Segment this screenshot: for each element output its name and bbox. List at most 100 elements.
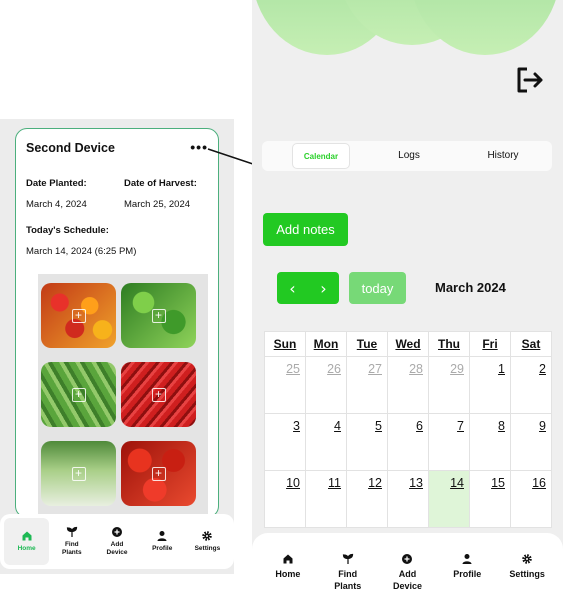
- nav-label: Home: [17, 545, 36, 552]
- weekday-row: Sun Mon Tue Wed Thu Fri Sat: [264, 331, 552, 357]
- header-decoration: [410, 0, 560, 55]
- day-cell[interactable]: 10: [264, 470, 306, 528]
- gear-icon: [522, 554, 532, 564]
- add-photo-icon: +: [151, 308, 166, 323]
- nav-settings[interactable]: Settings: [497, 543, 557, 607]
- plant-photo-grid: + + + + + +: [38, 274, 208, 519]
- photo-red-chilies[interactable]: +: [121, 362, 196, 427]
- day-cell[interactable]: 1: [469, 356, 511, 414]
- bottom-nav: Home Find Plants Add Device Profile Sett…: [252, 533, 563, 607]
- nav-find-plants[interactable]: Find Plants: [49, 518, 94, 565]
- nav-home[interactable]: Home: [258, 543, 318, 607]
- day-cell[interactable]: 6: [387, 413, 429, 471]
- nav-profile[interactable]: Profile: [437, 543, 497, 607]
- tab-logs[interactable]: Logs: [362, 143, 456, 169]
- next-month-button[interactable]: ›: [308, 272, 339, 304]
- day-cell[interactable]: 25: [264, 356, 306, 414]
- add-circle-icon: [402, 554, 413, 564]
- week-row: 3 4 5 6 7 8 9: [264, 413, 552, 471]
- day-cell[interactable]: 7: [428, 413, 470, 471]
- photo-leafy-greens[interactable]: +: [121, 283, 196, 348]
- device-title: Second Device: [26, 141, 115, 155]
- add-photo-icon: +: [71, 466, 86, 481]
- photo-tomatoes[interactable]: +: [121, 441, 196, 506]
- today-button[interactable]: today: [349, 272, 406, 304]
- weekday-header: Thu: [428, 331, 470, 357]
- day-cell[interactable]: 4: [305, 413, 347, 471]
- logout-icon[interactable]: [515, 66, 545, 94]
- add-photo-icon: +: [71, 387, 86, 402]
- day-cell[interactable]: 5: [346, 413, 388, 471]
- date-harvest-label: Date of Harvest:: [124, 178, 197, 189]
- day-cell-today[interactable]: 14: [428, 470, 470, 528]
- person-icon: [462, 554, 472, 564]
- bottom-nav: Home Find Plants Add Device Profile Sett…: [0, 514, 234, 569]
- day-cell[interactable]: 11: [305, 470, 347, 528]
- day-cell[interactable]: 16: [510, 470, 552, 528]
- calendar-grid: Sun Mon Tue Wed Thu Fri Sat 25 26 27 28 …: [264, 331, 552, 528]
- nav-label: Profile: [152, 545, 173, 552]
- day-cell[interactable]: 3: [264, 413, 306, 471]
- day-cell[interactable]: 28: [387, 356, 429, 414]
- day-cell[interactable]: 12: [346, 470, 388, 528]
- device-card: Second Device ••• Date Planted: March 4,…: [15, 128, 219, 519]
- sprout-icon: [342, 553, 353, 564]
- prev-month-button[interactable]: ‹: [277, 272, 308, 304]
- tab-bar: Calendar Logs History: [262, 141, 552, 171]
- nav-label: Add Device: [106, 541, 128, 556]
- add-notes-button[interactable]: Add notes: [263, 213, 348, 246]
- day-cell[interactable]: 8: [469, 413, 511, 471]
- date-planted-label: Date Planted:: [26, 178, 87, 189]
- date-planted-value: March 4, 2024: [26, 199, 87, 210]
- add-photo-icon: +: [151, 466, 166, 481]
- weekday-header: Sat: [510, 331, 552, 357]
- nav-label: Add Device: [392, 569, 422, 591]
- nav-label: Find Plants: [334, 569, 362, 591]
- add-photo-icon: +: [151, 387, 166, 402]
- nav-find-plants[interactable]: Find Plants: [318, 543, 378, 607]
- home-icon: [22, 531, 32, 541]
- nav-label: Home: [275, 569, 301, 579]
- nav-add-device[interactable]: Add Device: [94, 518, 139, 565]
- photo-bok-choy[interactable]: +: [41, 441, 116, 506]
- day-cell[interactable]: 9: [510, 413, 552, 471]
- nav-label: Settings: [509, 569, 545, 579]
- home-icon: [283, 554, 293, 564]
- add-circle-icon: [112, 527, 122, 537]
- nav-profile[interactable]: Profile: [140, 518, 185, 565]
- day-cell[interactable]: 15: [469, 470, 511, 528]
- day-cell[interactable]: 2: [510, 356, 552, 414]
- device-screen: Second Device ••• Date Planted: March 4,…: [0, 119, 234, 574]
- month-nav: ‹ ›: [277, 272, 339, 304]
- nav-label: Find Plants: [62, 541, 82, 556]
- week-row: 10 11 12 13 14 15 16: [264, 470, 552, 528]
- add-photo-icon: +: [71, 308, 86, 323]
- photo-green-beans[interactable]: +: [41, 362, 116, 427]
- schedule-label: Today's Schedule:: [26, 225, 109, 236]
- sprout-icon: [66, 526, 77, 537]
- nav-label: Settings: [194, 545, 221, 552]
- weekday-header: Mon: [305, 331, 347, 357]
- day-cell[interactable]: 29: [428, 356, 470, 414]
- calendar-screen: Calendar Logs History Add notes ‹ › toda…: [252, 0, 563, 607]
- day-cell[interactable]: 13: [387, 470, 429, 528]
- nav-home[interactable]: Home: [4, 518, 50, 565]
- nav-settings[interactable]: Settings: [185, 518, 230, 565]
- date-harvest-value: March 25, 2024: [124, 199, 191, 210]
- gear-icon: [202, 531, 213, 541]
- photo-bell-peppers[interactable]: +: [41, 283, 116, 348]
- day-cell[interactable]: 27: [346, 356, 388, 414]
- person-icon: [157, 531, 167, 541]
- calendar-title: March 2024: [435, 280, 506, 295]
- nav-label: Profile: [453, 569, 482, 579]
- weekday-header: Fri: [469, 331, 511, 357]
- day-cell[interactable]: 26: [305, 356, 347, 414]
- schedule-value: March 14, 2024 (6:25 PM): [26, 246, 137, 257]
- tab-calendar[interactable]: Calendar: [292, 143, 350, 169]
- week-row: 25 26 27 28 29 1 2: [264, 356, 552, 414]
- weekday-header: Sun: [264, 331, 306, 357]
- tab-history[interactable]: History: [456, 143, 550, 169]
- weekday-header: Wed: [387, 331, 429, 357]
- nav-add-device[interactable]: Add Device: [378, 543, 438, 607]
- weekday-header: Tue: [346, 331, 388, 357]
